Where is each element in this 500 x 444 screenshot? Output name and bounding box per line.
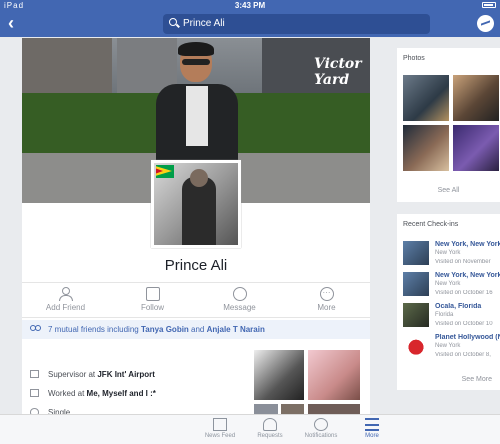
message-label: Message <box>223 303 256 312</box>
briefcase-icon <box>30 370 39 378</box>
tab-label: More <box>365 433 379 439</box>
past-work-detail-row: Worked at Me, Myself and I :* <box>30 389 156 398</box>
message-button[interactable]: Message <box>196 283 283 317</box>
photo-thumbnail[interactable] <box>453 125 499 171</box>
profile-actions: Add Friend Follow Message ··· More <box>22 282 370 318</box>
photo-thumbnail[interactable] <box>453 75 499 121</box>
checkin-place[interactable]: Ocala, Florida <box>435 303 500 310</box>
profile-name: Prince Ali <box>164 257 228 274</box>
cover-sign-text: Victor Yard <box>314 56 362 88</box>
see-more-checkins-link[interactable]: See More <box>462 376 492 383</box>
featured-photo[interactable] <box>308 404 360 414</box>
checkin-photo <box>403 303 429 327</box>
checkin-item[interactable]: Planet Hollywood (N New York Visited on … <box>403 334 500 366</box>
featured-photo[interactable] <box>281 404 304 414</box>
follow-icon <box>145 287 160 301</box>
checkin-place[interactable]: Planet Hollywood (N <box>435 334 500 341</box>
checkin-date: Visited on October 8, <box>435 352 491 358</box>
tab-label: News Feed <box>204 433 236 439</box>
photos-title: Photos <box>403 55 425 62</box>
globe-icon <box>314 418 328 431</box>
featured-photo[interactable] <box>254 350 304 400</box>
checkin-region: Florida <box>435 312 454 318</box>
featured-photos <box>254 350 360 414</box>
see-all-photos-link[interactable]: See All <box>397 187 500 194</box>
more-icon: ··· <box>319 287 334 301</box>
guyana-flag-icon <box>156 165 174 178</box>
checkin-photo <box>403 272 429 296</box>
past-workplace-link[interactable]: Me, Myself and I :* <box>87 389 156 398</box>
tab-label: Requests <box>257 433 283 439</box>
search-bar[interactable]: Prince Ali <box>163 14 430 34</box>
messenger-icon <box>232 287 247 301</box>
checkin-item[interactable]: New York, New York New York Visited on O… <box>403 272 500 304</box>
photos-card: Photos See All <box>397 48 500 202</box>
recent-checkins-card: Recent Check-ins New York, New York New … <box>397 214 500 390</box>
back-arrow-icon[interactable]: ‹ <box>8 14 14 32</box>
photos-grid <box>403 75 500 172</box>
profile-card: Victor Yard Prince Ali Add Friend Follow… <box>22 38 370 417</box>
briefcase-icon <box>30 389 39 397</box>
bottom-tab-bar: News Feed Requests Notifications More <box>0 414 500 444</box>
mutual-friend-link[interactable]: Tanya Gobin <box>141 325 189 334</box>
friends-icon <box>30 325 41 333</box>
photo-thumbnail[interactable] <box>403 75 449 121</box>
profile-picture[interactable] <box>151 160 241 248</box>
friend-requests-icon <box>263 418 277 431</box>
checkin-region: New York <box>435 250 461 256</box>
top-nav-bar: ‹ Prince Ali <box>0 11 500 37</box>
follow-label: Follow <box>140 303 165 312</box>
news-feed-icon <box>213 418 227 431</box>
checkin-date: Visited on October 16 <box>435 290 493 296</box>
checkin-region: New York <box>435 343 461 349</box>
follow-button[interactable]: Follow <box>109 283 196 317</box>
checkin-item[interactable]: New York, New York New York Visited on N… <box>403 241 500 273</box>
add-friend-button[interactable]: Add Friend <box>22 283 109 317</box>
messenger-icon[interactable] <box>477 15 494 32</box>
add-friend-label: Add Friend <box>45 303 86 312</box>
checkin-place[interactable]: New York, New York <box>435 272 500 279</box>
tab-requests[interactable]: Requests <box>245 418 295 439</box>
photo-thumbnail[interactable] <box>403 125 449 171</box>
search-icon <box>169 18 177 26</box>
checkin-photo <box>403 241 429 265</box>
checkin-region: New York <box>435 281 461 287</box>
mutual-friends-text: 7 mutual friends including Tanya Gobin a… <box>48 325 265 334</box>
tab-label: Notifications <box>304 433 338 439</box>
tab-notifications[interactable]: Notifications <box>296 418 346 439</box>
mutual-friend-link[interactable]: Anjale T Narain <box>207 325 265 334</box>
more-label: More <box>317 303 336 312</box>
checkin-place[interactable]: New York, New York <box>435 241 500 248</box>
featured-photo[interactable] <box>254 404 278 414</box>
checkins-title: Recent Check-ins <box>403 221 459 228</box>
search-input[interactable]: Prince Ali <box>183 18 225 29</box>
mutual-friends-row[interactable]: 7 mutual friends including Tanya Gobin a… <box>22 320 370 339</box>
checkin-photo <box>403 334 429 358</box>
hamburger-menu-icon <box>365 418 379 431</box>
work-detail-row: Supervisor at JFK Int' Airport <box>30 370 155 379</box>
clock: 3:43 PM <box>234 1 266 10</box>
add-friend-icon <box>58 287 73 301</box>
checkin-item[interactable]: Ocala, Florida Florida Visited on Octobe… <box>403 303 500 335</box>
tab-more[interactable]: More <box>347 418 397 439</box>
checkin-date: Visited on October 10 <box>435 321 493 327</box>
workplace-link[interactable]: JFK Int' Airport <box>97 370 155 379</box>
status-bar: iPad 3:43 PM <box>0 0 500 11</box>
tab-news-feed[interactable]: News Feed <box>195 418 245 439</box>
battery-icon <box>482 2 496 8</box>
more-button[interactable]: ··· More <box>283 283 370 317</box>
featured-photo[interactable] <box>308 350 360 400</box>
checkin-date: Visited on November <box>435 259 491 265</box>
